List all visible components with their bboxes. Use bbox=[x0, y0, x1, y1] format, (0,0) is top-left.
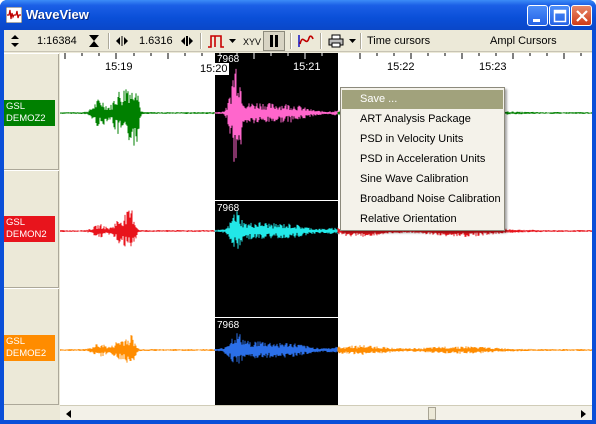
waveform-trace bbox=[60, 89, 216, 146]
waveform-trace bbox=[60, 335, 216, 363]
channel-network: GSL bbox=[6, 336, 26, 347]
channel-station: DEMOZ2 bbox=[6, 113, 46, 124]
filter-dropdown[interactable] bbox=[228, 32, 236, 50]
minimize-icon bbox=[533, 19, 540, 22]
menu-item-sine-calibration[interactable]: Sine Wave Calibration bbox=[342, 170, 503, 189]
print-dropdown[interactable] bbox=[348, 32, 356, 50]
dropdown-arrow-icon bbox=[348, 39, 356, 43]
dropdown-arrow-icon bbox=[228, 39, 236, 43]
left-arrow-icon bbox=[66, 409, 71, 418]
close-button[interactable] bbox=[571, 5, 592, 26]
left-right-arrows-icon bbox=[116, 36, 128, 46]
channel-label-cell[interactable]: GSL DEMON2 bbox=[4, 170, 59, 288]
channel-label-n[interactable]: GSL DEMON2 bbox=[4, 216, 55, 242]
title-bar[interactable]: WaveView bbox=[0, 0, 596, 30]
minimize-button[interactable] bbox=[527, 5, 548, 26]
channel-label-z[interactable]: GSL DEMOZ2 bbox=[4, 100, 55, 126]
waveform-trace bbox=[337, 345, 592, 355]
amplitude-zoom-button[interactable] bbox=[7, 32, 23, 50]
scroll-thumb[interactable] bbox=[428, 407, 436, 420]
menu-item-psd-acceleration[interactable]: PSD in Acceleration Units bbox=[342, 150, 503, 169]
app-icon bbox=[6, 7, 22, 23]
toolbar-separator bbox=[290, 33, 292, 49]
scroll-left-button[interactable] bbox=[62, 407, 75, 420]
step-right-icon bbox=[181, 36, 193, 46]
spectrum-icon bbox=[298, 35, 314, 47]
client-area: 1:16384 1.6316 XYV Time cursors Ampl Cur… bbox=[4, 30, 592, 420]
time-scale-value: 1:16384 bbox=[37, 35, 77, 47]
toolbar-separator bbox=[200, 33, 202, 49]
xyz-axis-icon: XYV bbox=[243, 37, 261, 47]
toolbar-separator bbox=[320, 33, 322, 49]
time-stretch-button[interactable] bbox=[114, 32, 130, 50]
svg-text:XYV: XYV bbox=[243, 37, 261, 47]
waveform-trace bbox=[214, 68, 339, 162]
close-icon bbox=[576, 10, 588, 22]
channel-label-cell[interactable]: GSL DEMOE2 bbox=[4, 288, 59, 405]
window-title: WaveView bbox=[26, 7, 89, 22]
app-window: WaveView 1:16384 1.6316 XYV Time cursors… bbox=[0, 0, 596, 424]
time-zoom-button[interactable] bbox=[86, 32, 102, 50]
maximize-button[interactable] bbox=[549, 5, 570, 26]
channel-label-column: GSL DEMOZ2 GSL DEMON2 GSL DEMOE2 bbox=[4, 53, 59, 405]
rotate-components-button[interactable]: XYV bbox=[242, 32, 262, 50]
toolbar-separator bbox=[108, 33, 110, 49]
waveform-trace bbox=[60, 210, 216, 247]
zoom-hourglass-icon bbox=[89, 35, 99, 47]
channel-label-cell[interactable]: GSL DEMOZ2 bbox=[4, 53, 59, 170]
menu-item-broadband-calibration[interactable]: Broadband Noise Calibration bbox=[342, 190, 503, 209]
channel-network: GSL bbox=[6, 217, 26, 228]
maximize-icon bbox=[553, 9, 567, 23]
scroll-right-button[interactable] bbox=[577, 407, 590, 420]
horizontal-scrollbar[interactable] bbox=[60, 405, 592, 420]
right-arrow-icon bbox=[581, 409, 586, 418]
toolbar: 1:16384 1.6316 XYV Time cursors Ampl Cur… bbox=[4, 30, 592, 52]
waveform-plot[interactable]: 15:19 15:20 15:21 15:22 15:23 7968 7968 … bbox=[60, 53, 592, 405]
menu-item-psd-velocity[interactable]: PSD in Velocity Units bbox=[342, 130, 503, 149]
updown-arrows-icon bbox=[11, 35, 19, 47]
channel-station: DEMON2 bbox=[6, 229, 47, 240]
amplitude-scale-value: 1.6316 bbox=[139, 35, 173, 47]
menu-item-save[interactable]: Save ... bbox=[342, 90, 503, 109]
pause-icon bbox=[270, 35, 278, 47]
waveform-trace bbox=[214, 211, 339, 249]
channel-station: DEMOE2 bbox=[6, 348, 47, 359]
toolbar-separator bbox=[360, 33, 362, 49]
pulse-filter-icon bbox=[208, 35, 224, 48]
spectrum-button[interactable] bbox=[296, 32, 316, 50]
step-button[interactable] bbox=[179, 32, 195, 50]
time-cursors-button[interactable]: Time cursors bbox=[367, 35, 430, 47]
channel-label-e[interactable]: GSL DEMOE2 bbox=[4, 335, 55, 361]
channel-network: GSL bbox=[6, 101, 26, 112]
printer-icon bbox=[328, 34, 344, 48]
waveform-traces bbox=[60, 68, 592, 364]
menu-item-art-analysis[interactable]: ART Analysis Package bbox=[342, 110, 503, 129]
print-button[interactable] bbox=[326, 32, 346, 50]
menu-item-relative-orientation[interactable]: Relative Orientation bbox=[342, 210, 503, 229]
ampl-cursors-button[interactable]: Ampl Cursors bbox=[490, 35, 557, 47]
waveform-trace bbox=[214, 333, 339, 364]
context-menu: Save ... ART Analysis Package PSD in Vel… bbox=[340, 87, 505, 231]
filter-button[interactable] bbox=[206, 32, 226, 50]
pause-button[interactable] bbox=[263, 31, 285, 51]
